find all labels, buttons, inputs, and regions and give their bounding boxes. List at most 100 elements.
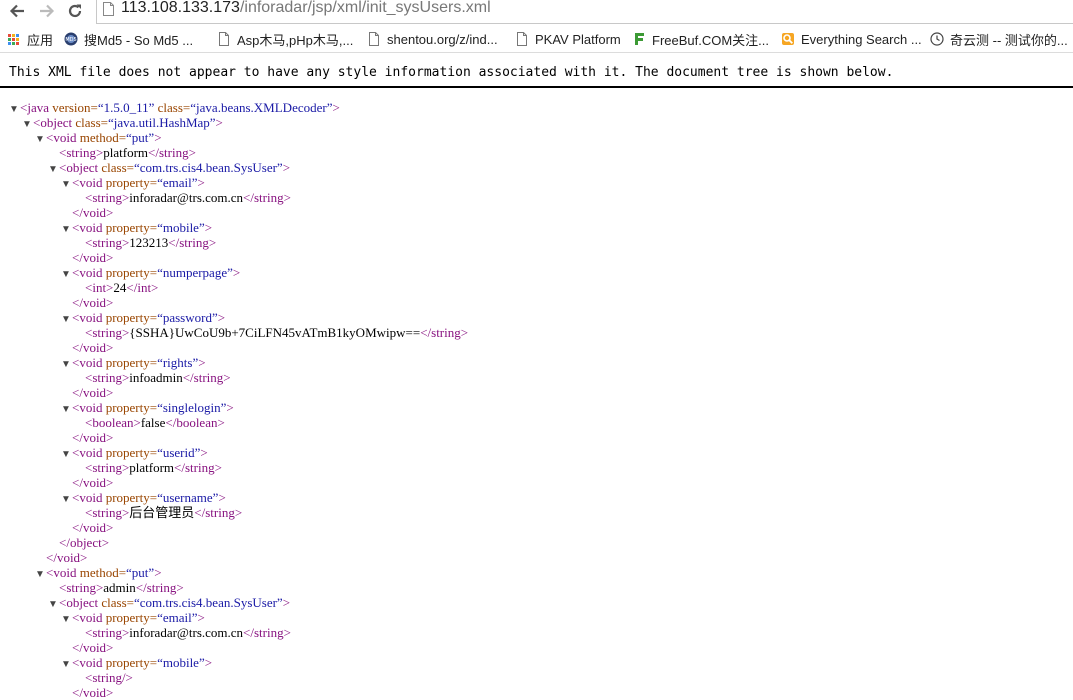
- xml-line: ▼<void property=“singlelogin”>: [61, 400, 234, 415]
- xml-tag: >: [226, 400, 234, 415]
- collapse-toggle-icon[interactable]: ▼: [61, 222, 72, 237]
- xml-text-node: 后台管理员: [129, 505, 195, 520]
- xml-tag: <void: [72, 175, 106, 190]
- xml-line: ▼<void property=“email”>: [61, 175, 205, 190]
- collapse-toggle-icon[interactable]: ▼: [61, 312, 72, 327]
- xml-tag: <object: [33, 115, 76, 130]
- collapse-toggle-icon[interactable]: ▼: [22, 117, 33, 132]
- xml-tag: <void: [72, 310, 106, 325]
- xml-text-node: infoadmin: [129, 370, 183, 385]
- collapse-toggle-icon[interactable]: ▼: [35, 567, 46, 582]
- xml-tag: </string>: [243, 190, 291, 205]
- browser-toolbar: 113.108.133.173/inforadar/jsp/xml/init_s…: [0, 0, 1073, 24]
- xml-attribute-name: property=: [105, 265, 158, 280]
- back-button[interactable]: [6, 0, 28, 22]
- collapse-toggle-icon[interactable]: ▼: [48, 162, 59, 177]
- xml-attribute-value: “mobile”: [157, 220, 205, 235]
- bookmark-freebuf[interactable]: FreeBuf.COM关注...: [632, 30, 769, 48]
- xml-tag: </void>: [72, 475, 114, 490]
- bookmark-asp[interactable]: Asp木马,pHp木马,...: [217, 30, 353, 48]
- xml-attribute-name: property=: [105, 655, 158, 670]
- xml-line: ▼<void property=“mobile”>: [61, 220, 212, 235]
- xml-line: </void>: [61, 430, 113, 445]
- xml-line: <string/>: [74, 670, 133, 685]
- xml-line: </object>: [48, 535, 109, 550]
- xml-tag: </void>: [72, 385, 114, 400]
- forward-arrow-icon: [40, 4, 55, 18]
- xml-attribute-value: “rights”: [157, 355, 199, 370]
- xml-tag: <void: [72, 355, 106, 370]
- page-icon: [369, 32, 379, 46]
- xml-text-node: {SSHA}UwCoU9b+7CiLFN45vATmB1kyOMwipw==: [129, 325, 421, 340]
- xml-tag: </void>: [72, 340, 114, 355]
- bookmark-md5[interactable]: MD5 搜Md5 - So Md5 ...: [64, 30, 193, 48]
- xml-line: ▼<void property=“userid”>: [61, 445, 208, 460]
- xml-text-node: platform: [129, 460, 175, 475]
- xml-attribute-value: “mobile”: [157, 655, 205, 670]
- xml-tag: </void>: [72, 250, 114, 265]
- xml-tag: >: [282, 160, 291, 175]
- bookmark-label: Asp木马,pHp木马,...: [237, 32, 354, 48]
- bookmarks-bar: 应用 MD5 搜Md5 - So Md5 ... Asp木马,pHp木马,...…: [0, 26, 1073, 53]
- xml-tag: <boolean>: [85, 415, 141, 430]
- collapse-toggle-icon[interactable]: ▼: [61, 612, 72, 627]
- bookmark-qiyunce[interactable]: 奇云测 -- 测试你的...: [930, 30, 1068, 48]
- collapse-toggle-icon[interactable]: ▼: [61, 177, 72, 192]
- xml-tag: >: [332, 100, 340, 115]
- bookmark-pkav[interactable]: PKAV Platform: [515, 30, 621, 48]
- xml-tag: </void>: [72, 520, 114, 535]
- xml-line: ▼<object class=“java.util.HashMap”>: [22, 115, 223, 130]
- xml-tag: </string>: [148, 145, 196, 160]
- xml-text-node: platform: [103, 145, 149, 160]
- xml-attribute-value: “java.util.HashMap”: [107, 115, 216, 130]
- xml-tag: <string>: [85, 505, 130, 520]
- bookmark-label: Everything Search ...: [801, 31, 922, 47]
- collapse-toggle-icon[interactable]: ▼: [61, 357, 72, 372]
- xml-tag: </int>: [126, 280, 159, 295]
- bookmark-everything-search[interactable]: Everything Search ...: [781, 30, 922, 48]
- xml-tag: >: [204, 655, 213, 670]
- collapse-toggle-icon[interactable]: ▼: [48, 597, 59, 612]
- xml-attribute-value: “1.5.0_11”: [97, 100, 155, 115]
- forward-button[interactable]: [36, 0, 58, 22]
- xml-viewer-header: This XML file does not appear to have an…: [0, 54, 1073, 88]
- page-icon: [517, 32, 527, 46]
- xml-tag: >: [154, 130, 162, 145]
- xml-text-node: 123213: [129, 235, 169, 250]
- collapse-toggle-icon[interactable]: ▼: [61, 492, 72, 507]
- xml-line: ▼<void property=“password”>: [61, 310, 225, 325]
- xml-attribute-value: “com.trs.cis4.bean.SysUser”: [133, 595, 283, 610]
- xml-line: <string>infoadmin</string>: [74, 370, 231, 385]
- bookmark-shentou[interactable]: shentou.org/z/ind...: [367, 30, 498, 48]
- xml-text-node: inforadar@trs.com.cn: [129, 625, 244, 640]
- xml-attribute-name: property=: [105, 490, 158, 505]
- reload-button[interactable]: [64, 0, 86, 22]
- page-icon: [103, 2, 114, 16]
- xml-attribute-name: property=: [105, 355, 158, 370]
- bookmark-apps[interactable]: 应用: [8, 30, 53, 48]
- address-bar[interactable]: 113.108.133.173/inforadar/jsp/xml/init_s…: [96, 0, 1073, 24]
- collapse-toggle-icon[interactable]: ▼: [61, 402, 72, 417]
- xml-tag: </string>: [174, 460, 222, 475]
- bookmark-label: 搜Md5 - So Md5 ...: [84, 32, 194, 48]
- freebuf-icon: [635, 33, 644, 45]
- xml-line: ▼<void property=“username”>: [61, 490, 226, 505]
- xml-tag: </object>: [59, 535, 110, 550]
- collapse-toggle-icon[interactable]: ▼: [61, 447, 72, 462]
- xml-line: ▼<void property=“email”>: [61, 610, 205, 625]
- xml-tag: <void: [72, 655, 106, 670]
- xml-tag: >: [197, 175, 205, 190]
- collapse-toggle-icon[interactable]: ▼: [35, 132, 46, 147]
- xml-tag: >: [154, 565, 162, 580]
- xml-text-node: false: [140, 415, 166, 430]
- collapse-toggle-icon[interactable]: ▼: [61, 657, 72, 672]
- collapse-toggle-icon[interactable]: ▼: [9, 102, 20, 117]
- xml-tag: </string>: [243, 625, 291, 640]
- xml-tag: <string>: [85, 190, 130, 205]
- collapse-toggle-icon[interactable]: ▼: [61, 267, 72, 282]
- xml-line: ▼<object class=“com.trs.cis4.bean.SysUse…: [48, 160, 290, 175]
- xml-tag: >: [218, 490, 226, 505]
- bookmark-label: PKAV Platform: [535, 31, 621, 47]
- bookmark-label: shentou.org/z/ind...: [387, 31, 498, 47]
- xml-attribute-value: “username”: [157, 490, 219, 505]
